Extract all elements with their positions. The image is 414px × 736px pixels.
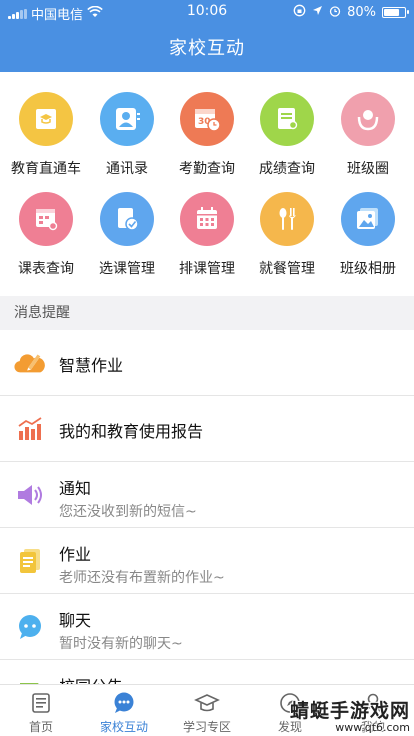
list-item-notice[interactable]: 通知 您还没收到新的短信~: [0, 462, 414, 528]
home-doc-icon: [28, 691, 54, 715]
tab-home[interactable]: 首页: [0, 685, 82, 736]
list-item-title: 我的和教育使用报告: [59, 422, 204, 441]
app-class-album[interactable]: 班级相册: [328, 192, 408, 292]
list-item-usage-report[interactable]: 我的和教育使用报告: [0, 396, 414, 462]
list-item-title: 聊天: [59, 611, 92, 630]
schedule-search-icon: [19, 192, 73, 246]
rotation-lock-icon: [293, 4, 306, 21]
app-label: 通讯录: [106, 161, 148, 177]
alarm-icon: [329, 5, 341, 21]
list-item-subtitle: 您还没收到新的短信~: [59, 504, 197, 520]
app-education-express[interactable]: 教育直通车: [6, 92, 86, 192]
list-item-smart-homework[interactable]: 智慧作业: [0, 330, 414, 396]
watermark: 蜻蜓手游戏网 www.qt6.com: [260, 696, 410, 736]
calendar-grid-icon: [180, 192, 234, 246]
photo-album-icon: [341, 192, 395, 246]
status-bar: 中国电信 10:06 80%: [0, 0, 414, 24]
battery-icon: [382, 7, 409, 18]
app-label: 排课管理: [179, 261, 235, 277]
tab-label: 学习专区: [182, 720, 231, 734]
app-timetable[interactable]: 课表查询: [6, 192, 86, 292]
app-label: 选课管理: [99, 261, 155, 277]
tab-home-school[interactable]: 家校互动: [83, 685, 165, 736]
watermark-url: www.qt6.com: [335, 721, 410, 734]
tab-study-zone[interactable]: 学习专区: [166, 685, 248, 736]
cloud-pencil-icon: [14, 347, 46, 379]
chat-bubble-icon: [14, 611, 46, 643]
spoon-fork-icon: [260, 192, 314, 246]
battery-percent: 80%: [347, 5, 376, 20]
speaker-icon: [14, 479, 46, 511]
list-item-title: 作业: [59, 545, 92, 564]
app-label: 教育直通车: [11, 161, 81, 177]
app-label: 班级圈: [347, 161, 389, 177]
app-contacts[interactable]: 通讯录: [87, 92, 167, 192]
bar-chart-icon: [14, 413, 46, 445]
list-item-chat[interactable]: 聊天 暂时没有新的聊天~: [0, 594, 414, 660]
graduation-book-icon: [19, 92, 73, 146]
page-title: 家校互动: [169, 38, 245, 59]
app-label: 考勤查询: [179, 161, 235, 177]
watermark-title: 蜻蜓手游戏网: [289, 700, 410, 722]
app-label: 课表查询: [18, 261, 74, 277]
top-bar: 中国电信 10:06 80% 家校互动: [0, 0, 414, 72]
course-check-icon: [100, 192, 154, 246]
app-attendance[interactable]: 30 考勤查询: [167, 92, 247, 192]
list-item-subtitle: 老师还没有布置新的作业~: [59, 570, 225, 586]
app-grid: 教育直通车 通讯录 30 考勤查询 成绩查询 班级圈 课表查询 选课管理 排课管…: [0, 72, 414, 294]
homework-doc-icon: [14, 545, 46, 577]
graduation-cap-icon: [194, 691, 220, 715]
list-item-title: 智慧作业: [59, 356, 124, 375]
app-class-circle[interactable]: 班级圈: [328, 92, 408, 192]
list-item-title: 通知: [59, 479, 92, 498]
list-item-subtitle: 暂时没有新的聊天~: [59, 636, 183, 652]
app-scheduling[interactable]: 排课管理: [167, 192, 247, 292]
report-search-icon: [260, 92, 314, 146]
contacts-person-icon: [100, 92, 154, 146]
app-dining[interactable]: 就餐管理: [247, 192, 327, 292]
app-label: 班级相册: [340, 261, 396, 277]
app-grades[interactable]: 成绩查询: [247, 92, 327, 192]
app-label: 就餐管理: [259, 261, 315, 277]
section-title-reminders: 消息提醒: [0, 296, 414, 330]
app-course-selection[interactable]: 选课管理: [87, 192, 167, 292]
app-label: 成绩查询: [259, 161, 315, 177]
location-icon: [312, 5, 323, 20]
calendar-clock-icon: 30: [180, 92, 234, 146]
tab-label: 家校互动: [99, 720, 148, 734]
list-item-homework[interactable]: 作业 老师还没有布置新的作业~: [0, 528, 414, 594]
chat-icon: [111, 691, 137, 715]
class-circle-icon: [341, 92, 395, 146]
tab-label: 首页: [28, 720, 53, 734]
